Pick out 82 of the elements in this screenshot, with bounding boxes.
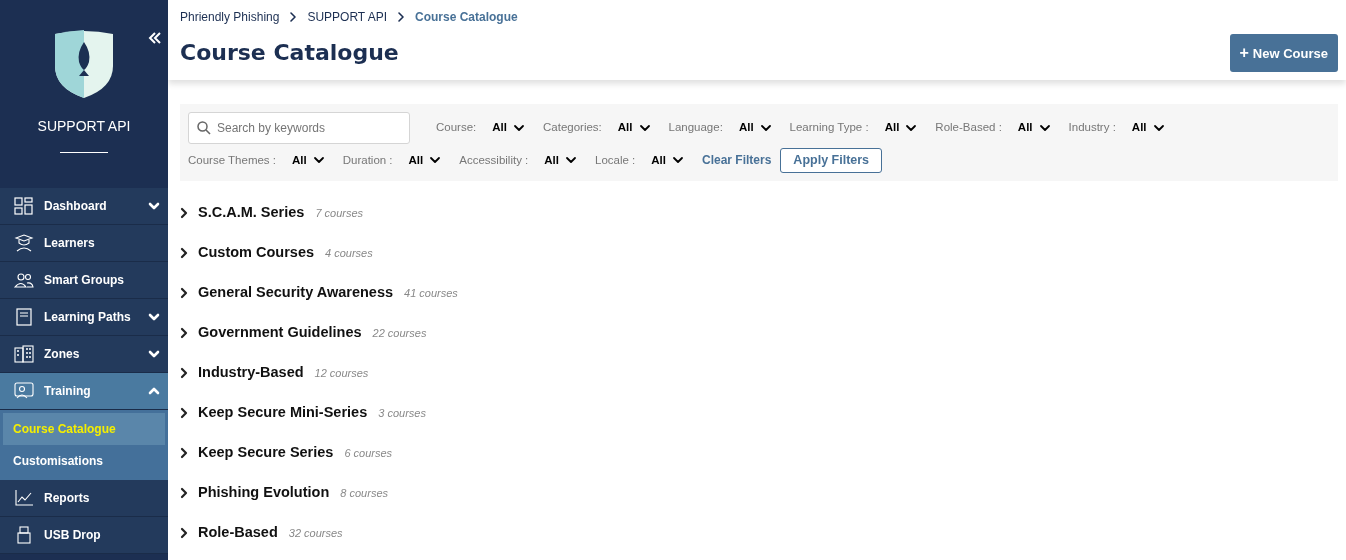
filter-label: Course Themes : [188,152,276,168]
caret-icon [1152,122,1165,134]
category-title[interactable]: Keep Secure Mini-Series [198,401,368,424]
chevron-icon [178,486,190,499]
category-title[interactable]: Keep Secure Series [198,441,334,464]
course-count: 12 courses [314,365,369,381]
sidebar-item[interactable]: Smart Groups [0,262,168,299]
sidebar-item[interactable]: USB Drop [0,517,168,554]
filter-label: Role-Based : [935,120,1002,136]
filter-dropdown[interactable]: All [651,151,684,169]
category-title[interactable]: General Security Awareness [198,281,394,304]
breadcrumb-link[interactable]: Phriendly Phishing [180,8,280,26]
chevron-icon [395,11,407,23]
course-count: 6 courses [344,445,393,461]
caret-icon [905,122,918,134]
course-count: 22 courses [372,325,427,341]
caret-icon [1038,122,1051,134]
usb-icon [14,526,34,544]
chevron-icon [178,206,190,219]
caret-icon [638,122,651,134]
chevron-icon [178,286,190,299]
org-name: SUPPORT API [36,117,132,136]
filter-dropdown[interactable]: All [1131,119,1165,137]
sidebar-item[interactable]: Dashboard [0,188,168,225]
sidebar-item[interactable]: Learners [0,225,168,262]
filter-dropdown[interactable]: All [617,119,651,137]
graduate-icon [14,234,34,252]
submenu-item[interactable]: Customisations [3,445,165,477]
chevron-icon [178,406,190,419]
page-title: Course Catalogue [180,39,399,67]
filter-dropdown[interactable]: All [408,151,442,169]
category-title[interactable]: S.C.A.M. Series [198,201,305,224]
filter-dropdown[interactable]: All [544,151,577,169]
caret-icon [759,122,772,134]
category-title[interactable]: Custom Courses [198,241,315,264]
filter-label: Language: [668,120,723,136]
sidebar-item[interactable]: Learning Paths [0,299,168,336]
course-count: 4 courses [325,245,373,261]
filter-label: Locale : [595,152,636,168]
book-icon [14,308,34,326]
course-count: 41 courses [404,285,458,301]
chart-icon [14,489,34,507]
category-title[interactable]: Industry-Based [198,361,304,384]
presenter-icon [14,382,34,400]
filter-label: Categories: [543,120,602,136]
breadcrumb-link[interactable]: SUPPORT API [307,8,387,26]
course-count: 7 courses [315,205,364,221]
sidebar-item[interactable]: Zones [0,336,168,373]
shield-logo-icon [53,30,115,100]
filter-label: Industry : [1068,120,1116,136]
new-course-button[interactable]: + New Course [1229,34,1338,72]
sidebar-item[interactable]: Reports [0,480,168,517]
chevron-icon [178,446,190,459]
filter-dropdown[interactable]: All [738,119,772,137]
search-field[interactable]: Search by keywords [188,112,410,144]
course-count: 8 courses [340,485,388,501]
filter-label: Course: [436,120,477,136]
course-count: 3 courses [378,405,426,421]
course-count: 32 courses [288,525,343,541]
caret-icon [513,122,525,134]
clear-filters-link[interactable]: Clear Filters [702,151,772,170]
chevron-icon [178,526,190,539]
category-title[interactable]: Phishing Evolution [198,481,330,504]
filter-label: Duration : [342,152,393,168]
filter-dropdown[interactable]: All [884,119,918,137]
filter-dropdown[interactable]: All [292,151,325,169]
apply-filters-button[interactable]: Apply Filters [780,148,883,173]
chevron-icon [178,246,190,259]
breadcrumb-current: Course Catalogue [415,9,518,26]
chevron-icon [178,366,190,379]
building-icon [14,345,34,363]
category-title[interactable]: Role-Based [198,521,278,544]
filter-label: Accessibility : [459,152,529,168]
filter-dropdown[interactable]: All [1017,119,1051,137]
search-icon [197,121,211,135]
chevron-icon [178,326,190,339]
people-icon [14,271,34,289]
grid-icon [14,197,34,215]
collapse-icon [148,32,162,44]
category-title[interactable]: Government Guidelines [198,321,362,344]
filter-dropdown[interactable]: All [492,119,525,137]
filter-label: Learning Type : [789,120,869,136]
